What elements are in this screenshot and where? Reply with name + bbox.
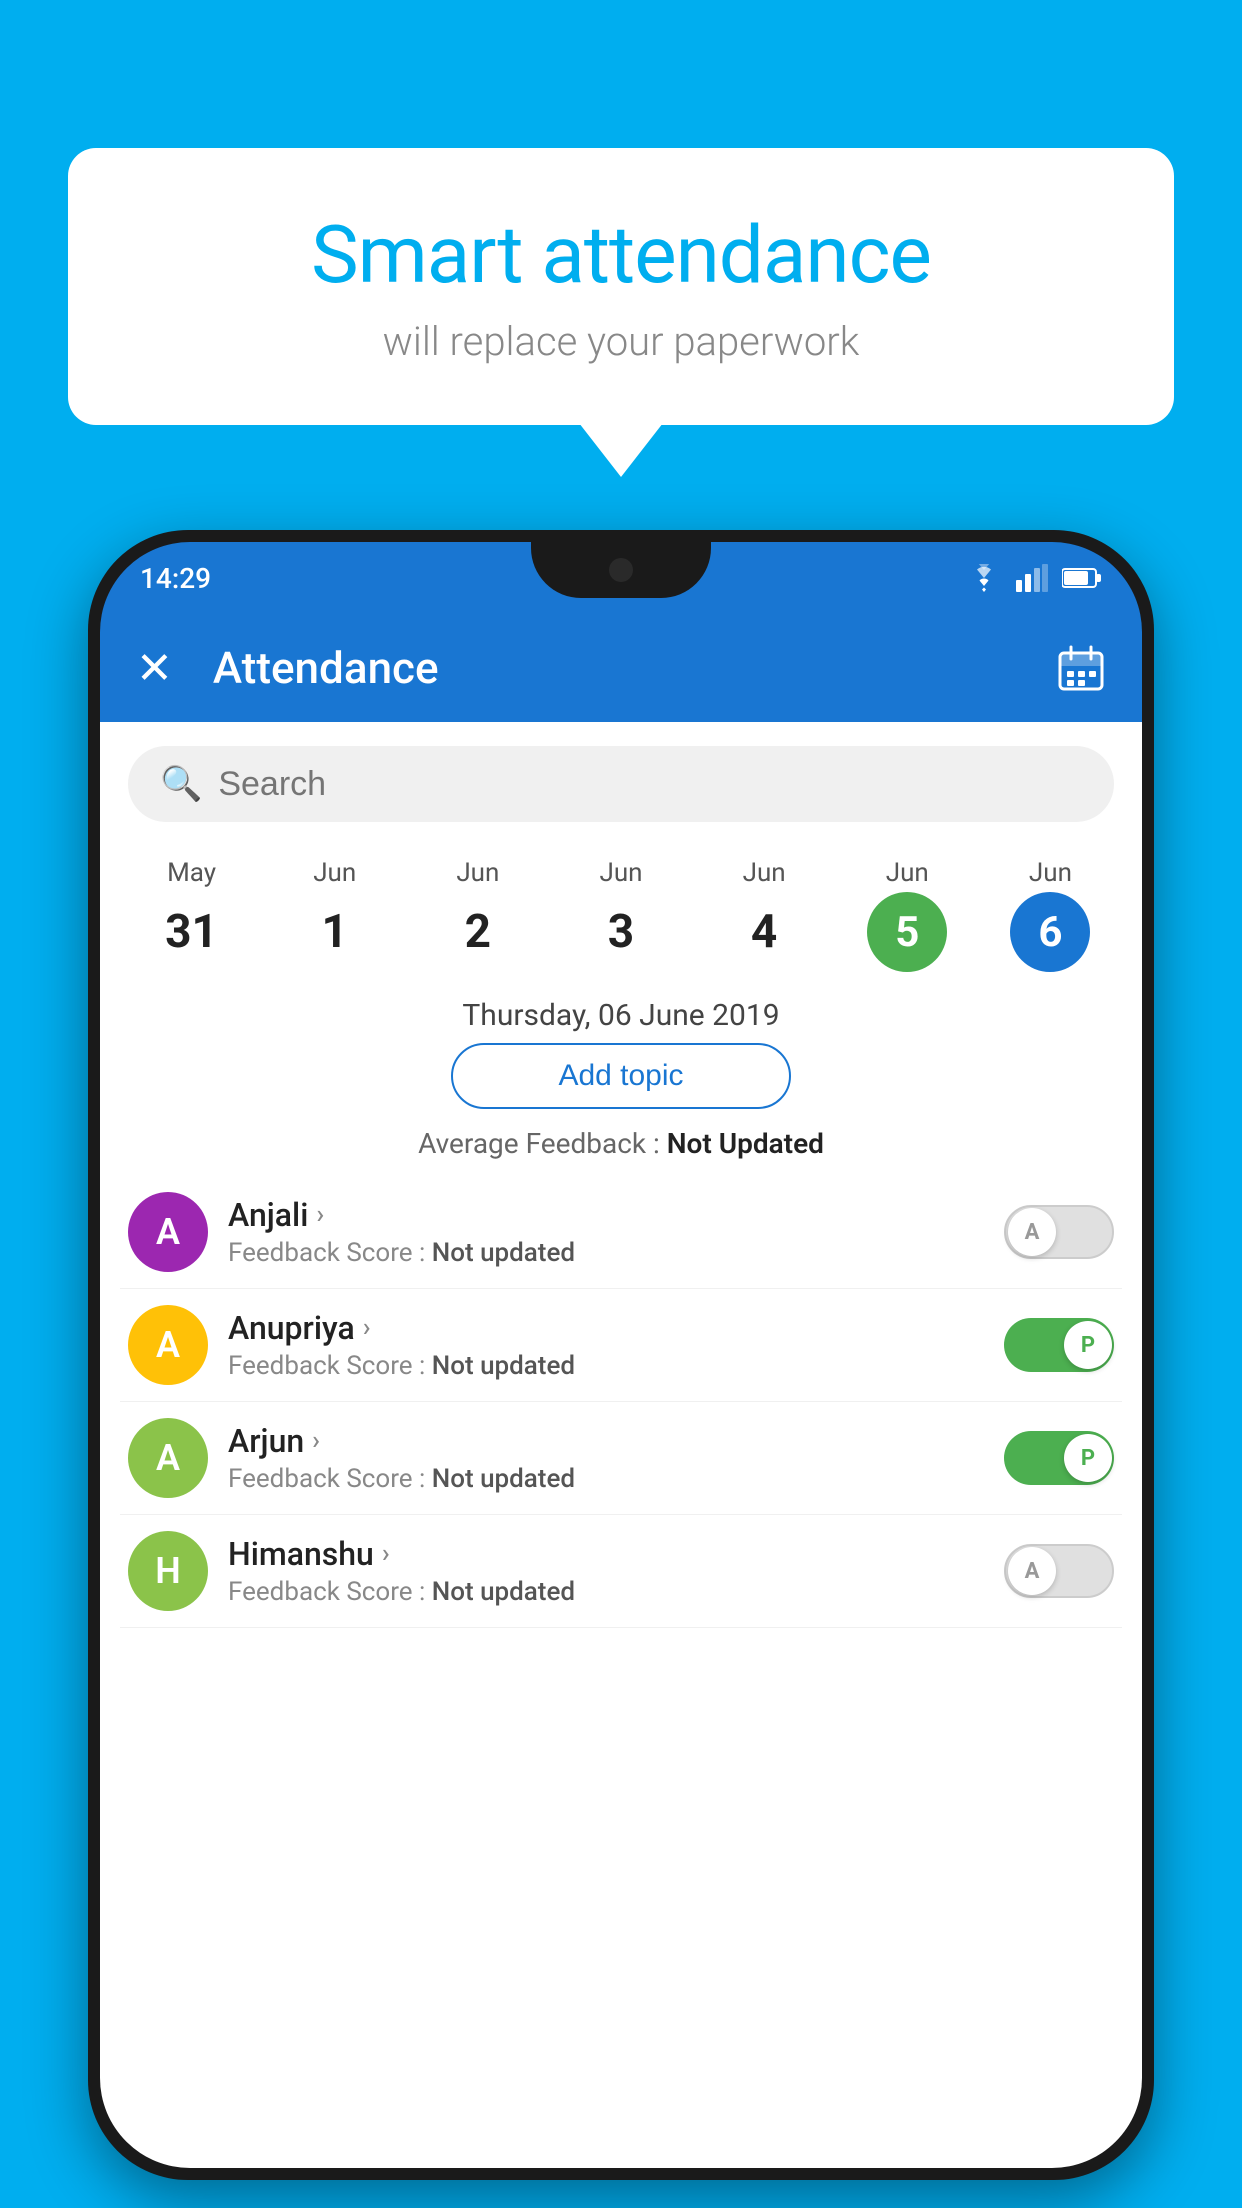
feedback-value: Not updated — [432, 1351, 575, 1381]
avatar: A — [128, 1305, 208, 1385]
attendance-toggle[interactable]: A — [1004, 1205, 1114, 1259]
phone-inner: 14:29 — [100, 542, 1142, 2168]
avatar: A — [128, 1418, 208, 1498]
date-number: 4 — [724, 892, 804, 972]
student-item[interactable]: A Anjali › Feedback Score : Not updated A — [120, 1176, 1122, 1289]
student-item[interactable]: A Anupriya › Feedback Score : Not updated P — [120, 1289, 1122, 1402]
search-input[interactable] — [218, 765, 1082, 804]
speech-bubble-title: Smart attendance — [148, 208, 1094, 302]
student-name: Anjali › — [228, 1196, 984, 1234]
wifi-icon — [966, 564, 1002, 592]
toggle-switch[interactable]: A — [1004, 1205, 1114, 1259]
date-strip: May 31 Jun 1 Jun 2 Jun 3 Jun 4 Jun 5 Jun 6 — [100, 834, 1142, 980]
feedback-value: Not updated — [432, 1577, 575, 1607]
toggle-knob: P — [1064, 1321, 1112, 1369]
calendar-icon[interactable] — [1056, 643, 1106, 693]
month-label: Jun — [267, 858, 402, 888]
date-number: 2 — [438, 892, 518, 972]
app-content: 🔍 May 31 Jun 1 Jun 2 Jun 3 Jun 4 Jun 5 Jun 6 Thursday… — [100, 722, 1142, 2168]
search-bar[interactable]: 🔍 — [128, 746, 1114, 822]
toggle-switch[interactable]: A — [1004, 1544, 1114, 1598]
student-feedback: Feedback Score : Not updated — [228, 1464, 984, 1494]
avg-feedback-value: Not Updated — [667, 1127, 824, 1160]
month-label: Jun — [697, 858, 832, 888]
student-feedback: Feedback Score : Not updated — [228, 1238, 984, 1268]
phone-frame: 14:29 — [88, 530, 1154, 2180]
date-item[interactable]: May 31 — [120, 850, 263, 980]
student-feedback: Feedback Score : Not updated — [228, 1577, 984, 1607]
date-item[interactable]: Jun 2 — [406, 850, 549, 980]
month-label: Jun — [983, 858, 1118, 888]
student-name: Arjun › — [228, 1422, 984, 1460]
date-number: 31 — [152, 892, 232, 972]
phone-notch — [531, 542, 711, 598]
student-item[interactable]: A Arjun › Feedback Score : Not updated P — [120, 1402, 1122, 1515]
speech-bubble: Smart attendance will replace your paper… — [68, 148, 1174, 425]
student-info: Himanshu › Feedback Score : Not updated — [228, 1535, 984, 1607]
battery-icon — [1062, 567, 1102, 589]
student-info: Arjun › Feedback Score : Not updated — [228, 1422, 984, 1494]
selected-date: Thursday, 06 June 2019 — [100, 998, 1142, 1033]
signal-icon — [1016, 564, 1048, 592]
speech-bubble-subtitle: will replace your paperwork — [148, 318, 1094, 365]
chevron-icon: › — [316, 1200, 324, 1230]
date-item[interactable]: Jun 6 — [979, 850, 1122, 980]
avatar: A — [128, 1192, 208, 1272]
date-item[interactable]: Jun 1 — [263, 850, 406, 980]
date-item[interactable]: Jun 3 — [549, 850, 692, 980]
toggle-knob: A — [1008, 1208, 1056, 1256]
student-feedback: Feedback Score : Not updated — [228, 1351, 984, 1381]
toggle-switch[interactable]: P — [1004, 1431, 1114, 1485]
student-info: Anjali › Feedback Score : Not updated — [228, 1196, 984, 1268]
date-number: 6 — [1010, 892, 1090, 972]
speech-bubble-container: Smart attendance will replace your paper… — [68, 148, 1174, 425]
month-label: Jun — [553, 858, 688, 888]
search-icon: 🔍 — [160, 764, 202, 804]
date-number: 5 — [867, 892, 947, 972]
app-bar: ✕ Attendance — [100, 614, 1142, 722]
avatar: H — [128, 1531, 208, 1611]
student-name: Himanshu › — [228, 1535, 984, 1573]
date-number: 3 — [581, 892, 661, 972]
avg-feedback: Average Feedback : Not Updated — [100, 1127, 1142, 1160]
avg-feedback-label: Average Feedback : — [418, 1127, 667, 1160]
feedback-value: Not updated — [432, 1238, 575, 1268]
student-list: AAnjali ›Feedback Score : Not updatedAAA… — [100, 1176, 1142, 1628]
status-time: 14:29 — [140, 562, 211, 595]
chevron-icon: › — [312, 1426, 320, 1456]
app-title: Attendance — [213, 642, 1056, 694]
toggle-switch[interactable]: P — [1004, 1318, 1114, 1372]
attendance-toggle[interactable]: A — [1004, 1544, 1114, 1598]
toggle-knob: A — [1008, 1547, 1056, 1595]
attendance-toggle[interactable]: P — [1004, 1318, 1114, 1372]
month-label: Jun — [840, 858, 975, 888]
month-label: Jun — [410, 858, 545, 888]
student-name: Anupriya › — [228, 1309, 984, 1347]
student-info: Anupriya › Feedback Score : Not updated — [228, 1309, 984, 1381]
toggle-knob: P — [1064, 1434, 1112, 1482]
date-item[interactable]: Jun 4 — [693, 850, 836, 980]
add-topic-button[interactable]: Add topic — [451, 1043, 791, 1109]
date-number: 1 — [295, 892, 375, 972]
close-button[interactable]: ✕ — [136, 642, 173, 694]
status-icons — [966, 564, 1102, 592]
date-item[interactable]: Jun 5 — [836, 850, 979, 980]
chevron-icon: › — [363, 1313, 371, 1343]
month-label: May — [124, 858, 259, 888]
student-item[interactable]: H Himanshu › Feedback Score : Not updated A — [120, 1515, 1122, 1628]
attendance-toggle[interactable]: P — [1004, 1431, 1114, 1485]
feedback-value: Not updated — [432, 1464, 575, 1494]
chevron-icon: › — [382, 1539, 390, 1569]
